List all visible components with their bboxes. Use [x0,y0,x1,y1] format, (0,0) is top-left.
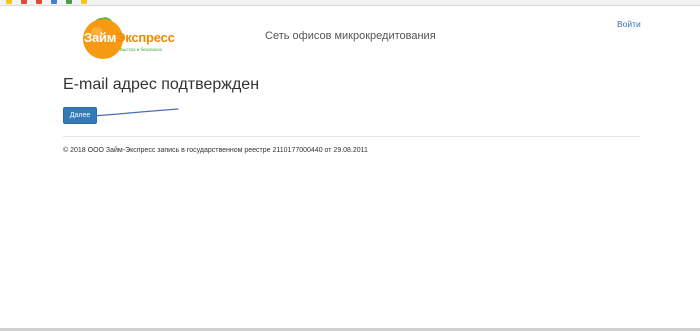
bookmark-icon [36,0,42,4]
bookmark-item[interactable] [0,0,15,5]
next-button[interactable]: Далее [63,107,97,124]
bookmarks-bar [0,0,700,6]
logo-tagline: Быстро и безопасно [120,47,163,52]
bookmark-icon [81,0,87,4]
footer-copyright: © 2018 ООО Займ-Экспресс запись в госуда… [63,147,368,154]
bookmark-icon [6,0,12,4]
annotation-line [91,108,179,117]
bookmark-item[interactable] [30,0,45,5]
logo-wordmark: ЗаймЭкспресс [84,30,175,45]
bookmark-icon [66,0,72,4]
login-link[interactable]: Войти [617,19,641,29]
footer-divider [63,136,640,137]
bookmark-icon [51,0,57,4]
bookmark-item[interactable] [15,0,30,5]
bookmark-item[interactable] [60,0,75,5]
header-title: Сеть офисов микрокредитования [265,30,436,42]
bookmark-item[interactable] [75,0,90,5]
bookmark-icon [21,0,27,4]
company-logo[interactable]: ЗаймЭкспресс Быстро и безопасно [80,14,180,60]
bookmark-item[interactable] [45,0,60,5]
page-title: E-mail адрес подтвержден [63,76,260,93]
